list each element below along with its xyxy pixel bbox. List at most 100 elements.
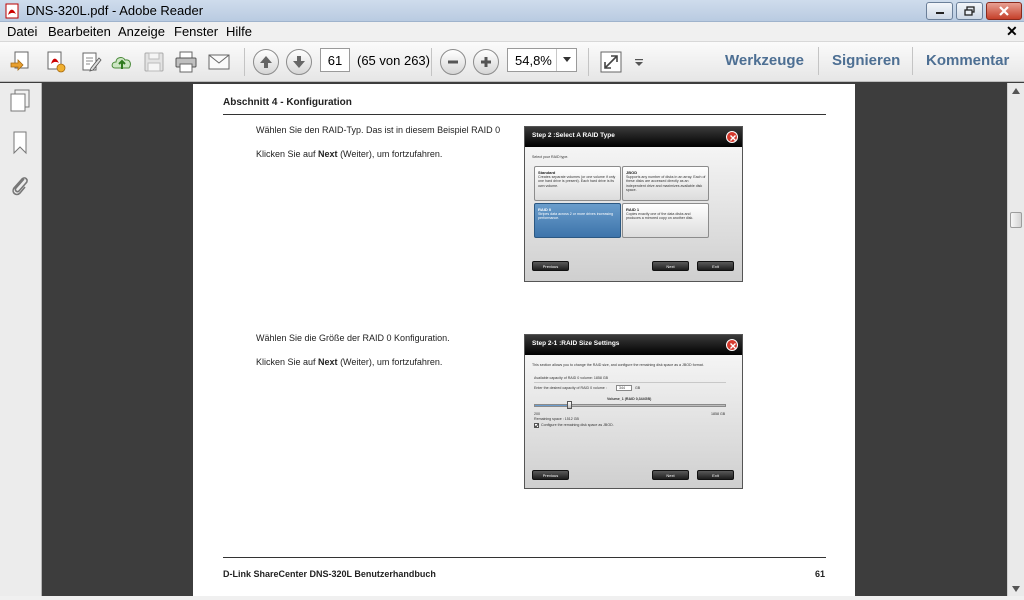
instruction-text: (Weiter), um fortzufahren.	[337, 149, 443, 159]
raid-option-raid0: RAID 0 Stripes data across 2 or more dri…	[534, 203, 621, 238]
menu-hilfe[interactable]: Hilfe	[226, 24, 252, 39]
dialog-next-button: Next	[652, 470, 689, 480]
panel-separator	[912, 47, 913, 75]
close-document-button[interactable]: ✕	[1006, 23, 1018, 40]
toolbar-separator	[244, 48, 245, 76]
jbod-checkbox-label: Configure the remaining disk space as JB…	[541, 423, 614, 427]
button-label: Previous	[542, 264, 559, 269]
volume-label: Volume_1 (RAID 0,344GB)	[607, 397, 652, 401]
minimize-button[interactable]	[926, 2, 953, 20]
instruction-text: (Weiter), um fortzufahren.	[337, 357, 443, 367]
menu-bar: Datei Bearbeiten Anzeige Fenster Hilfe ✕	[0, 22, 1024, 42]
cloud-upload-icon[interactable]	[110, 50, 134, 74]
zoom-select[interactable]: 54,8%	[507, 48, 577, 72]
close-icon	[730, 135, 736, 141]
dialog-exit-button: Exit	[697, 470, 734, 480]
capacity-slider-track	[534, 404, 726, 407]
dialog-exit-button: Exit	[697, 261, 734, 271]
capacity-input: 344	[616, 385, 632, 391]
page-count: (65 von 263)	[357, 53, 430, 68]
header-divider	[223, 114, 826, 115]
footer-title: D-Link ShareCenter DNS-320L Benutzerhand…	[223, 569, 436, 579]
remaining-space: Remaining space : 1512 GB	[534, 417, 579, 421]
sign-panel-link[interactable]: Signieren	[832, 52, 900, 69]
capacity-value: 344	[619, 386, 625, 390]
title-bar: DNS-320L.pdf - Adobe Reader	[0, 0, 1024, 22]
save-icon[interactable]	[142, 50, 166, 74]
tools-panel-link[interactable]: Werkzeuge	[725, 52, 804, 69]
raid-option-desc: Creates separate volumes (or one volume …	[538, 175, 616, 188]
close-button[interactable]	[986, 2, 1022, 20]
button-label: Next	[666, 473, 675, 478]
instruction-emphasis: Next	[318, 357, 338, 367]
menu-anzeige[interactable]: Anzeige	[118, 24, 165, 39]
capacity-slider-thumb	[566, 401, 572, 409]
chevron-down-icon	[563, 57, 571, 62]
comment-panel-link[interactable]: Kommentar	[926, 52, 1009, 69]
create-pdf-icon[interactable]	[44, 50, 68, 74]
next-instruction-1: Klicken Sie auf Next (Weiter), um fortzu…	[256, 149, 442, 159]
open-file-icon[interactable]	[9, 50, 33, 74]
menu-datei[interactable]: Datei	[7, 24, 37, 39]
bookmarks-icon[interactable]	[8, 130, 32, 156]
raid-option-jbod: JBOD Supports any number of disks in an …	[622, 166, 709, 201]
arrow-down-icon	[293, 56, 305, 68]
restore-button[interactable]	[956, 2, 983, 20]
toolbar-separator	[431, 48, 432, 76]
restore-icon	[963, 6, 975, 16]
raid-option-desc: Supports any number of disks in an array…	[626, 175, 706, 193]
dialog-prompt: Select your RAID type.	[532, 155, 569, 159]
window-title: DNS-320L.pdf - Adobe Reader	[26, 3, 204, 18]
toolbar-options-icon[interactable]	[631, 50, 647, 74]
vertical-scrollbar[interactable]	[1007, 83, 1024, 600]
instruction-text: Klicken Sie auf	[256, 357, 319, 367]
close-icon	[730, 343, 736, 349]
email-icon[interactable]	[207, 50, 231, 74]
toolbar-separator	[588, 48, 589, 76]
slider-min: 200	[534, 412, 540, 416]
dialog-header: Step 2-1 :RAID Size Settings	[525, 335, 742, 355]
scroll-up-icon[interactable]	[1011, 87, 1021, 95]
fit-page-icon[interactable]	[599, 50, 623, 74]
capacity-slider-fill	[535, 405, 570, 406]
footer-page-number: 61	[815, 569, 826, 579]
button-label: Exit	[712, 264, 719, 269]
zoom-out-button[interactable]	[440, 49, 466, 75]
zoom-in-button[interactable]	[473, 49, 499, 75]
scrollbar-thumb[interactable]	[1010, 212, 1022, 228]
dialog-title: Step 2-1 :RAID Size Settings	[532, 340, 620, 347]
print-icon[interactable]	[174, 50, 198, 74]
dialog-next-button: Next	[652, 261, 689, 271]
available-capacity: Available capacity of RAID 0 volume: 185…	[534, 376, 609, 380]
section-header: Abschnitt 4 - Konfiguration	[223, 97, 352, 108]
close-icon	[999, 6, 1009, 16]
attachments-icon[interactable]	[8, 173, 32, 199]
dialog-header: Step 2 :Select A RAID Type	[525, 127, 742, 147]
previous-page-button[interactable]	[253, 49, 279, 75]
minus-icon	[448, 60, 458, 64]
zoom-dropdown-button[interactable]	[556, 49, 576, 71]
capacity-unit: GB	[635, 386, 641, 390]
dialog-close-button	[726, 339, 738, 351]
dialog-divider	[534, 382, 726, 383]
edit-document-icon[interactable]	[79, 50, 103, 74]
menu-fenster[interactable]: Fenster	[174, 24, 218, 39]
raid-option-desc: Stripes data across 2 or more drives inc…	[538, 212, 614, 221]
pdf-page[interactable]: Abschnitt 4 - Konfiguration Wählen Sie d…	[193, 84, 855, 596]
page-number-input[interactable]	[320, 48, 350, 72]
button-label: Next	[666, 264, 675, 269]
instruction-text: Klicken Sie auf	[256, 149, 319, 159]
button-label: Exit	[712, 473, 719, 478]
dialog-previous-button: Previous	[532, 261, 569, 271]
raid-type-screenshot: Step 2 :Select A RAID Type Select your R…	[524, 126, 743, 282]
raid-option-standard: Standard Creates separate volumes (or on…	[534, 166, 621, 201]
dialog-close-button	[726, 131, 738, 143]
next-page-button[interactable]	[286, 49, 312, 75]
arrow-up-icon	[260, 56, 272, 68]
dialog-previous-button: Previous	[532, 470, 569, 480]
next-instruction-2: Klicken Sie auf Next (Weiter), um fortzu…	[256, 357, 442, 367]
scroll-down-icon[interactable]	[1011, 585, 1021, 593]
slider-max: 1858 GB	[711, 412, 726, 416]
page-thumbnails-icon[interactable]	[8, 88, 32, 114]
menu-bearbeiten[interactable]: Bearbeiten	[48, 24, 111, 39]
